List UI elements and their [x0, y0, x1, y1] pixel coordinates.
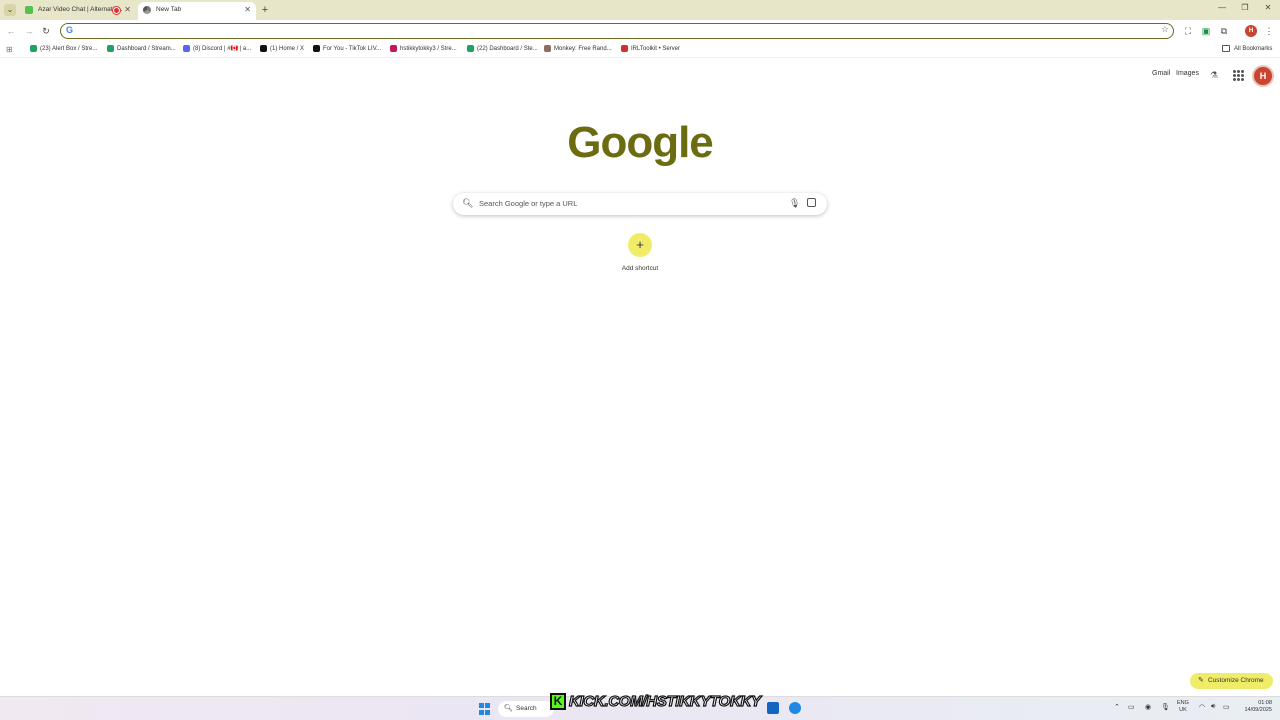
bookmark-favicon-icon — [390, 45, 397, 52]
labs-flask-icon[interactable]: ⚗ — [1210, 70, 1218, 81]
all-bookmarks-button[interactable]: All Bookmarks — [1222, 45, 1272, 54]
tab-new-tab[interactable]: New Tab ✕ — [138, 2, 256, 20]
tray-app-icon[interactable]: ▭ — [1128, 703, 1135, 711]
back-button[interactable]: ← — [5, 25, 17, 37]
reload-button[interactable]: ↻ — [40, 25, 52, 37]
outlook-app-icon[interactable] — [767, 702, 779, 714]
bookmark-star-icon[interactable]: ☆ — [1161, 24, 1169, 35]
windows-start-icon[interactable] — [479, 703, 491, 715]
customize-chrome-button[interactable]: ✎ Customize Chrome — [1190, 673, 1273, 689]
battery-icon[interactable]: ▭ — [1223, 703, 1230, 711]
profile-avatar-small[interactable]: H — [1245, 25, 1257, 37]
tab-search-button[interactable]: ⌄ — [4, 4, 16, 16]
bookmark-favicon-icon — [260, 45, 267, 52]
profile-avatar[interactable]: H — [1254, 67, 1272, 85]
bookmark-item[interactable]: (22) Dashboard / Ste... — [467, 45, 538, 54]
extension-icon[interactable]: ▣ — [1200, 25, 1212, 37]
tab-title: New Tab — [156, 6, 182, 13]
menu-kebab-icon[interactable]: ⋮ — [1263, 25, 1275, 37]
bookmark-favicon-icon — [183, 45, 190, 52]
bookmarks-bar: ⊞ (23) Alert Box / Stre... Dashboard / S… — [0, 42, 1280, 58]
extensions-puzzle-icon[interactable]: ⧉ — [1218, 25, 1230, 37]
tab-strip: ⌄ Azar Video Chat | Alternativ... ✕ New … — [0, 0, 1280, 20]
chrome-favicon-icon — [143, 6, 151, 14]
bookmark-favicon-icon — [621, 45, 628, 52]
screenshot-icon[interactable]: ⛶ — [1182, 25, 1194, 37]
close-window-button[interactable]: ✕ — [1260, 3, 1276, 12]
bookmark-favicon-icon — [544, 45, 551, 52]
recording-indicator-icon — [113, 7, 120, 14]
gmail-link[interactable]: Gmail — [1152, 70, 1170, 77]
search-icon: 🔍︎ — [504, 705, 513, 712]
bookmark-favicon-icon — [30, 45, 37, 52]
bookmark-item[interactable]: IRLToolkit • Server — [621, 45, 680, 54]
search-placeholder: Search Google or type a URL — [479, 199, 578, 208]
bookmark-item[interactable]: Dashboard / Stream... — [107, 45, 176, 54]
images-link[interactable]: Images — [1176, 70, 1199, 77]
forward-button[interactable]: → — [23, 25, 35, 37]
tray-app-icon[interactable]: ◉ — [1145, 703, 1151, 711]
lens-camera-icon[interactable] — [807, 198, 816, 207]
azar-favicon-icon — [25, 6, 33, 14]
close-tab-icon[interactable]: ✕ — [124, 2, 131, 18]
tray-chevron-icon[interactable]: ⌃ — [1114, 703, 1120, 711]
kick-logo-icon: K — [550, 693, 566, 710]
restore-button[interactable]: ❐ — [1237, 3, 1253, 12]
minimize-button[interactable]: — — [1214, 3, 1230, 12]
search-box[interactable]: 🔍︎ Search Google or type a URL 🎙︎ — [453, 193, 827, 215]
system-clock[interactable]: 01:08 14/09/2025 — [1238, 700, 1272, 714]
edge-app-icon[interactable] — [789, 702, 801, 714]
bookmark-item[interactable]: (1) Home / X — [260, 45, 304, 54]
bookmark-favicon-icon — [313, 45, 320, 52]
toolbar: ← → ↻ G ☆ ⛶ ▣ ⧉ ⋮ — [0, 20, 1280, 42]
microphone-icon[interactable]: 🎙︎ — [1161, 703, 1170, 711]
address-bar[interactable]: G ☆ — [60, 23, 1174, 39]
tab-title: Azar Video Chat | Alternativ... — [38, 6, 123, 13]
google-apps-icon[interactable] — [1233, 70, 1244, 81]
address-input[interactable] — [79, 25, 1149, 36]
kick-overlay: K KICK.COM/HSTIKKYTOKKY — [550, 692, 762, 712]
add-shortcut-button[interactable]: + — [628, 233, 652, 257]
bookmark-favicon-icon — [107, 45, 114, 52]
tab-azar[interactable]: Azar Video Chat | Alternativ... ✕ — [20, 2, 136, 20]
bookmark-item[interactable]: For You - TikTok LIV... — [313, 45, 381, 54]
wifi-icon[interactable]: ◠ — [1199, 703, 1205, 711]
bookmark-item[interactable]: (23) Alert Box / Stre... — [30, 45, 97, 54]
volume-icon[interactable]: 🔊︎ — [1211, 703, 1215, 711]
bookmark-item[interactable]: (8) Discord | #🇨🇦 | a... — [183, 45, 251, 54]
bookmark-item[interactable]: Monkey: Free Rand... — [544, 45, 612, 54]
taskbar-search[interactable]: 🔍︎ Search — [498, 701, 554, 717]
new-tab-button[interactable]: + — [259, 3, 271, 17]
pencil-icon: ✎ — [1198, 677, 1204, 684]
google-logo: Google — [567, 118, 714, 167]
bookmark-favicon-icon — [467, 45, 474, 52]
add-shortcut-label: Add shortcut — [621, 265, 659, 272]
bookmark-item[interactable]: hstikkytokky3 / Stre... — [390, 45, 457, 54]
language-indicator[interactable]: ENG UK — [1177, 700, 1189, 714]
apps-grid-icon[interactable]: ⊞ — [6, 45, 13, 54]
folder-icon — [1222, 45, 1230, 52]
search-icon: 🔍︎ — [462, 198, 474, 208]
kick-overlay-text: KICK.COM/HSTIKKYTOKKY — [568, 692, 761, 710]
close-tab-icon[interactable]: ✕ — [244, 2, 251, 18]
google-g-icon: G — [66, 25, 74, 35]
voice-search-icon[interactable]: 🎙︎ — [789, 198, 800, 209]
